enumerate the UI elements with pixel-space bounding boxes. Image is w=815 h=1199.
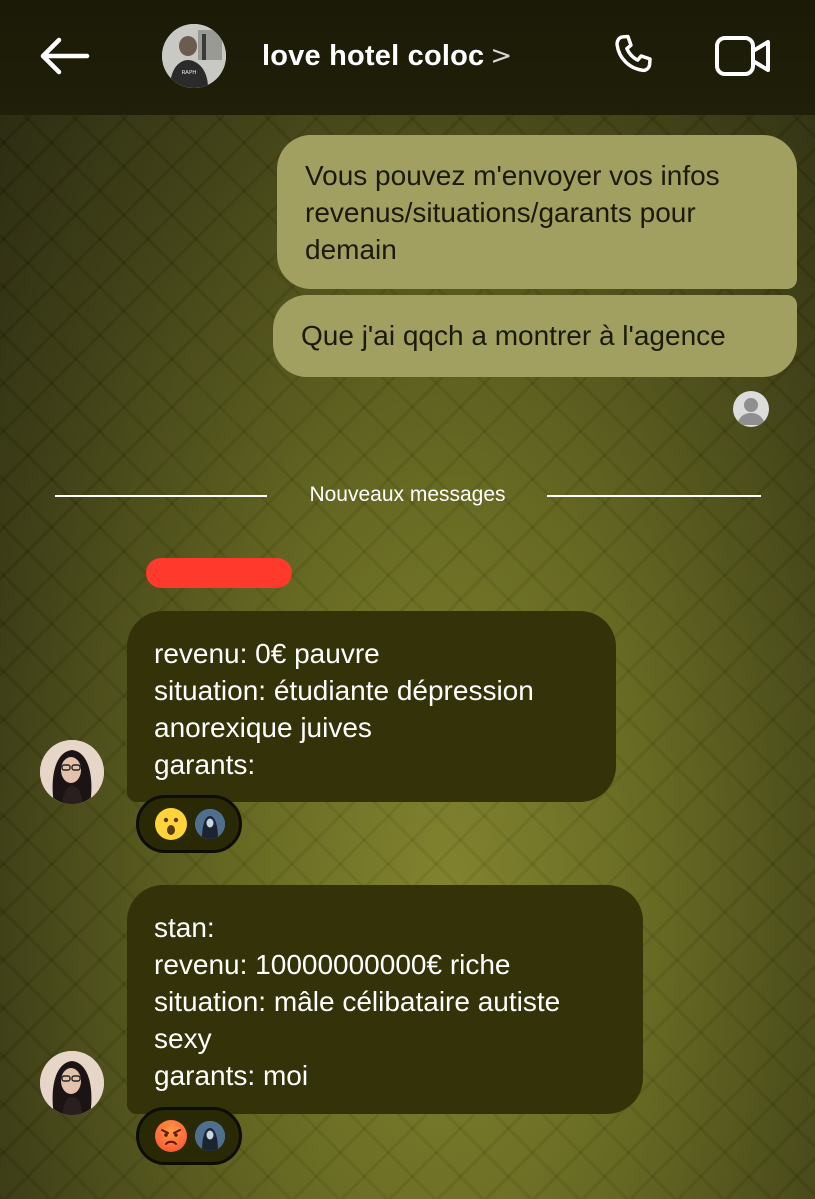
reactions-pill[interactable] xyxy=(136,1107,242,1165)
new-messages-divider: Nouveaux messages xyxy=(309,483,506,506)
chevron-right-icon: > xyxy=(490,41,513,71)
sender-avatar[interactable] xyxy=(40,740,104,804)
outgoing-message-bubble[interactable]: Que j'ai qqch a montrer à l'agence xyxy=(273,295,797,377)
divider-line xyxy=(55,495,267,497)
outgoing-message-bubble[interactable]: Vous pouvez m'envoyer vos infos revenus/… xyxy=(277,135,797,289)
video-camera-icon xyxy=(715,36,770,76)
reactor-avatar xyxy=(195,809,225,839)
user-silhouette-icon xyxy=(737,398,765,425)
group-avatar-caption: RAPH xyxy=(182,70,197,76)
arrow-left-icon xyxy=(40,37,90,75)
voice-call-button[interactable] xyxy=(604,26,664,86)
video-call-button[interactable] xyxy=(710,26,776,86)
divider-line xyxy=(547,495,761,497)
phone-icon xyxy=(615,34,652,73)
back-button[interactable] xyxy=(34,30,94,82)
astonished-face-emoji xyxy=(155,808,187,840)
reactions-pill[interactable] xyxy=(136,795,242,853)
reactor-avatar xyxy=(195,1121,225,1151)
angry-face-emoji xyxy=(155,1120,187,1152)
chat-title: love hotel coloc xyxy=(262,39,485,72)
incoming-message-bubble[interactable]: revenu: 0€ pauvre situation: étudiante d… xyxy=(127,611,616,802)
incoming-message-bubble[interactable]: stan: revenu: 10000000000€ riche situati… xyxy=(127,885,643,1114)
group-avatar[interactable]: RAPH xyxy=(162,24,226,88)
redacted-sender-name xyxy=(146,558,292,588)
seen-by-avatar xyxy=(733,391,769,427)
chat-title-button[interactable]: love hotel coloc > xyxy=(262,36,512,76)
chat-header: RAPH love hotel coloc > xyxy=(0,0,815,115)
sender-avatar[interactable] xyxy=(40,1051,104,1115)
